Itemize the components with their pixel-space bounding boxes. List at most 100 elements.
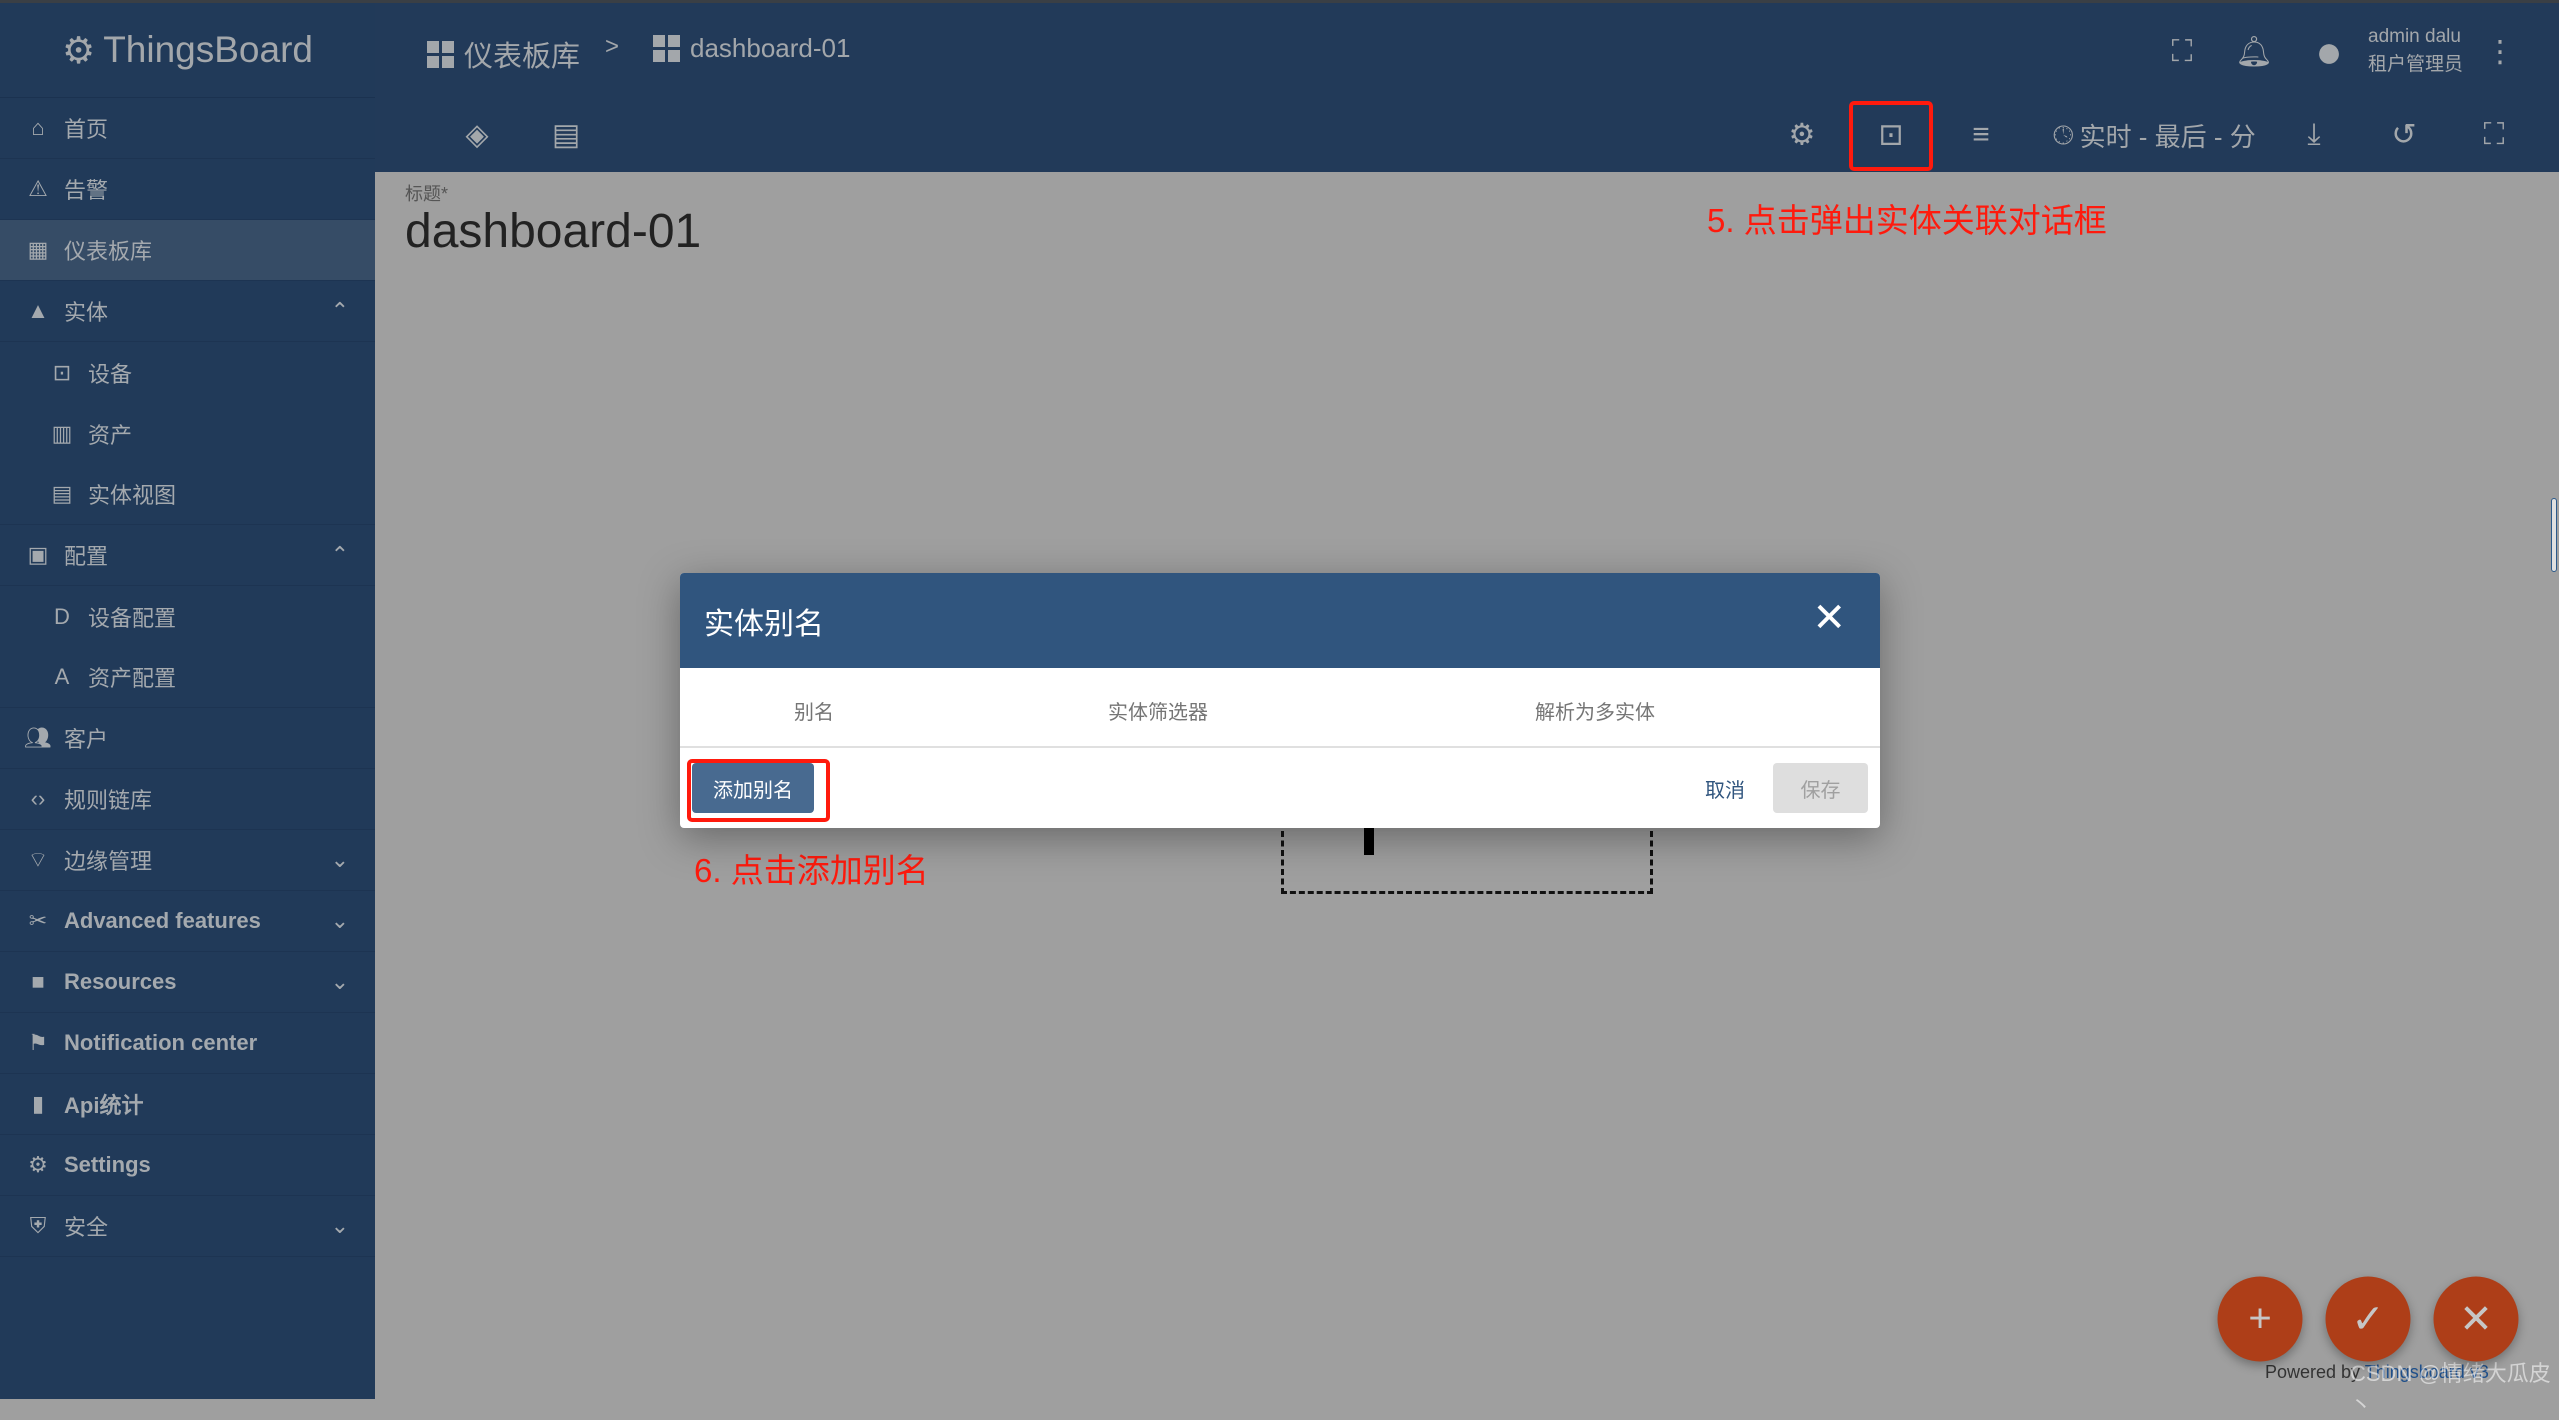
sidebar-item-asset-profile[interactable]: A 资产配置	[0, 647, 375, 708]
breadcrumb-dashboards[interactable]: 仪表板库	[427, 33, 580, 75]
sidebar-item-insert-chart[interactable]: ▮ Api统计	[0, 1074, 375, 1135]
sidebar-item-label: 安全	[64, 1215, 109, 1240]
column-alias: 别名	[794, 702, 834, 724]
notification-icon: ⚑	[28, 1030, 48, 1055]
chevron-down-icon[interactable]: ⌄	[331, 969, 349, 995]
close-icon[interactable]: ✕	[1812, 595, 1846, 641]
badge-icon: ▣	[27, 542, 49, 567]
scrollbar[interactable]	[2551, 498, 2557, 572]
asset-profile-icon: A	[54, 664, 70, 689]
filter-icon[interactable]: ≡	[1972, 118, 1990, 152]
breadcrumb-separator: >	[605, 33, 620, 60]
sidebar-item-label: 资产	[88, 422, 133, 448]
sidebar-item-label: 边缘管理	[64, 849, 153, 874]
sidebar-item-people[interactable]: 👥︎ 客户	[0, 708, 375, 769]
aliases-table-header: 别名 实体筛选器 解析为多实体	[680, 668, 1880, 748]
settings-ethernet-icon: ‹›	[30, 786, 46, 811]
close-icon: ✕	[2459, 1297, 2493, 1341]
decline-changes-button[interactable]: ✕	[2433, 1276, 2519, 1362]
thingsboard-logo-icon: ⚙	[62, 29, 96, 71]
bell-icon[interactable]: 🔔︎	[2235, 35, 2273, 70]
devices-icon: ⊡	[52, 359, 72, 385]
layers-icon[interactable]: ◈	[465, 118, 488, 153]
check-icon: ✓	[2351, 1297, 2385, 1341]
security-icon: ⛨	[29, 1213, 47, 1238]
sidebar-item-label: 客户	[64, 727, 109, 752]
watermark: CSDN @情绪大瓜皮丶	[2350, 1361, 2551, 1418]
sidebar-item-label: Resources	[64, 969, 177, 994]
entity-aliases-dialog: 实体别名 ✕ 别名 实体筛选器 解析为多实体 添加别名 取消 保存	[680, 573, 1880, 828]
home-icon: ⌂	[31, 115, 45, 140]
sidebar-item-label: 告警	[64, 178, 109, 203]
sidebar-item-home[interactable]: ⌂ 首页	[0, 98, 375, 159]
add-widget-button[interactable]: +	[2217, 1276, 2303, 1362]
dialog-title: 实体别名	[704, 607, 824, 641]
fullscreen-icon[interactable]: ⛶	[2172, 35, 2193, 69]
folder-icon: ■	[31, 969, 45, 994]
dashboard-icon: ▦	[27, 237, 49, 262]
sidebar-item-settings-ethernet[interactable]: ‹› 规则链库	[0, 769, 375, 830]
sidebar-item-devices[interactable]: ⊡ 设备	[0, 342, 375, 403]
dashboard-icon	[427, 40, 454, 68]
save-button[interactable]: 保存	[1773, 763, 1868, 813]
sidebar-item-security[interactable]: ⛨ 安全 ⌄	[0, 1196, 375, 1257]
dialog-actions: 添加别名 取消 保存	[680, 748, 1880, 828]
more-vert-icon[interactable]: ⋮	[2485, 35, 2515, 70]
domain-icon: ▥	[51, 420, 73, 446]
dashboard-title[interactable]: dashboard-01	[405, 204, 701, 259]
sidebar-item-notification[interactable]: ⚑ Notification center	[0, 1013, 375, 1074]
chevron-down-icon[interactable]: ⌄	[331, 908, 349, 934]
sidebar-item-label: 实体视图	[88, 483, 177, 508]
title-label: 标题*	[405, 184, 449, 204]
app-name: ThingsBoard	[103, 29, 313, 70]
user-info[interactable]: admin dalu 租户管理员	[2368, 23, 2463, 79]
sidebar: ⚙ ThingsBoard ⌂ 首页 ⚠ 告警 ▦ 仪表板库 ▲ 实体 ⌃ ⊡ 设备 ▥ 资产 ▤ 实体视图…	[0, 3, 375, 1399]
apply-changes-button[interactable]: ✓	[2325, 1276, 2411, 1362]
people-icon: 👥︎	[24, 725, 52, 750]
sidebar-item-build[interactable]: ✂ Advanced features ⌄	[0, 891, 375, 952]
column-entity-filter: 实体筛选器	[1108, 702, 1208, 724]
download-icon[interactable]: ⤓	[2307, 118, 2320, 152]
router-icon: ⌔	[27, 847, 49, 872]
column-resolve-multiple: 解析为多实体	[1535, 702, 1655, 724]
sidebar-item-label: Advanced features	[64, 908, 261, 933]
sidebar-item-label: 设备	[88, 361, 133, 387]
clock-icon: 🕓︎	[2053, 119, 2074, 150]
warning-icon: ⚠	[28, 176, 48, 201]
sidebar-item-label: 实体	[64, 300, 109, 325]
user-name: admin dalu	[2368, 26, 2461, 47]
sidebar-item-domain[interactable]: ▥ 资产	[0, 403, 375, 464]
avatar[interactable]: ●	[2315, 24, 2343, 78]
layouts-icon[interactable]: ▤	[552, 118, 580, 153]
history-icon[interactable]: ↺	[2391, 118, 2416, 153]
sidebar-item-folder[interactable]: ■ Resources ⌄	[0, 952, 375, 1013]
annotation-step6: 6. 点击添加别名	[694, 852, 929, 889]
sidebar-item-dashboard[interactable]: ▦ 仪表板库	[0, 220, 375, 281]
logo[interactable]: ⚙ ThingsBoard	[0, 3, 375, 98]
sidebar-item-gear[interactable]: ⚙ Settings	[0, 1135, 375, 1196]
annotation-highlight-add-alias	[687, 759, 830, 822]
chevron-up-icon[interactable]: ⌃	[331, 542, 349, 568]
device-profile-icon: D	[54, 603, 70, 629]
sidebar-item-device-profile[interactable]: D 设备配置	[0, 586, 375, 647]
top-toolbar: 仪表板库 > dashboard-01 ⛶ 🔔︎ ● admin dalu 租户…	[375, 3, 2559, 172]
sidebar-item-category[interactable]: ▲ 实体 ⌃	[0, 281, 375, 342]
sidebar-item-view-quilt[interactable]: ▤ 实体视图	[0, 464, 375, 525]
build-icon: ✂	[28, 908, 48, 933]
sidebar-item-badge[interactable]: ▣ 配置 ⌃	[0, 525, 375, 586]
sidebar-item-router[interactable]: ⌔ 边缘管理 ⌄	[0, 830, 375, 891]
sidebar-item-label: 设备配置	[88, 605, 177, 631]
sidebar-item-label: Settings	[64, 1152, 151, 1177]
chevron-down-icon[interactable]: ⌄	[331, 1213, 349, 1239]
dashboard-icon	[653, 35, 680, 62]
fullscreen-icon[interactable]: ⛶	[2484, 118, 2505, 152]
gear-icon[interactable]: ⚙	[1789, 118, 1816, 153]
timewindow-button[interactable]: 🕓︎ 实时 - 最后 - 分	[2053, 117, 2256, 154]
insert-chart-icon: ▮	[31, 1091, 45, 1116]
chevron-down-icon[interactable]: ⌄	[331, 847, 349, 873]
chevron-up-icon[interactable]: ⌃	[331, 298, 349, 324]
sidebar-item-label: 仪表板库	[64, 239, 153, 264]
cancel-button[interactable]: 取消	[1680, 763, 1770, 813]
sidebar-item-warning[interactable]: ⚠ 告警	[0, 159, 375, 220]
sidebar-item-label: Notification center	[64, 1030, 258, 1055]
